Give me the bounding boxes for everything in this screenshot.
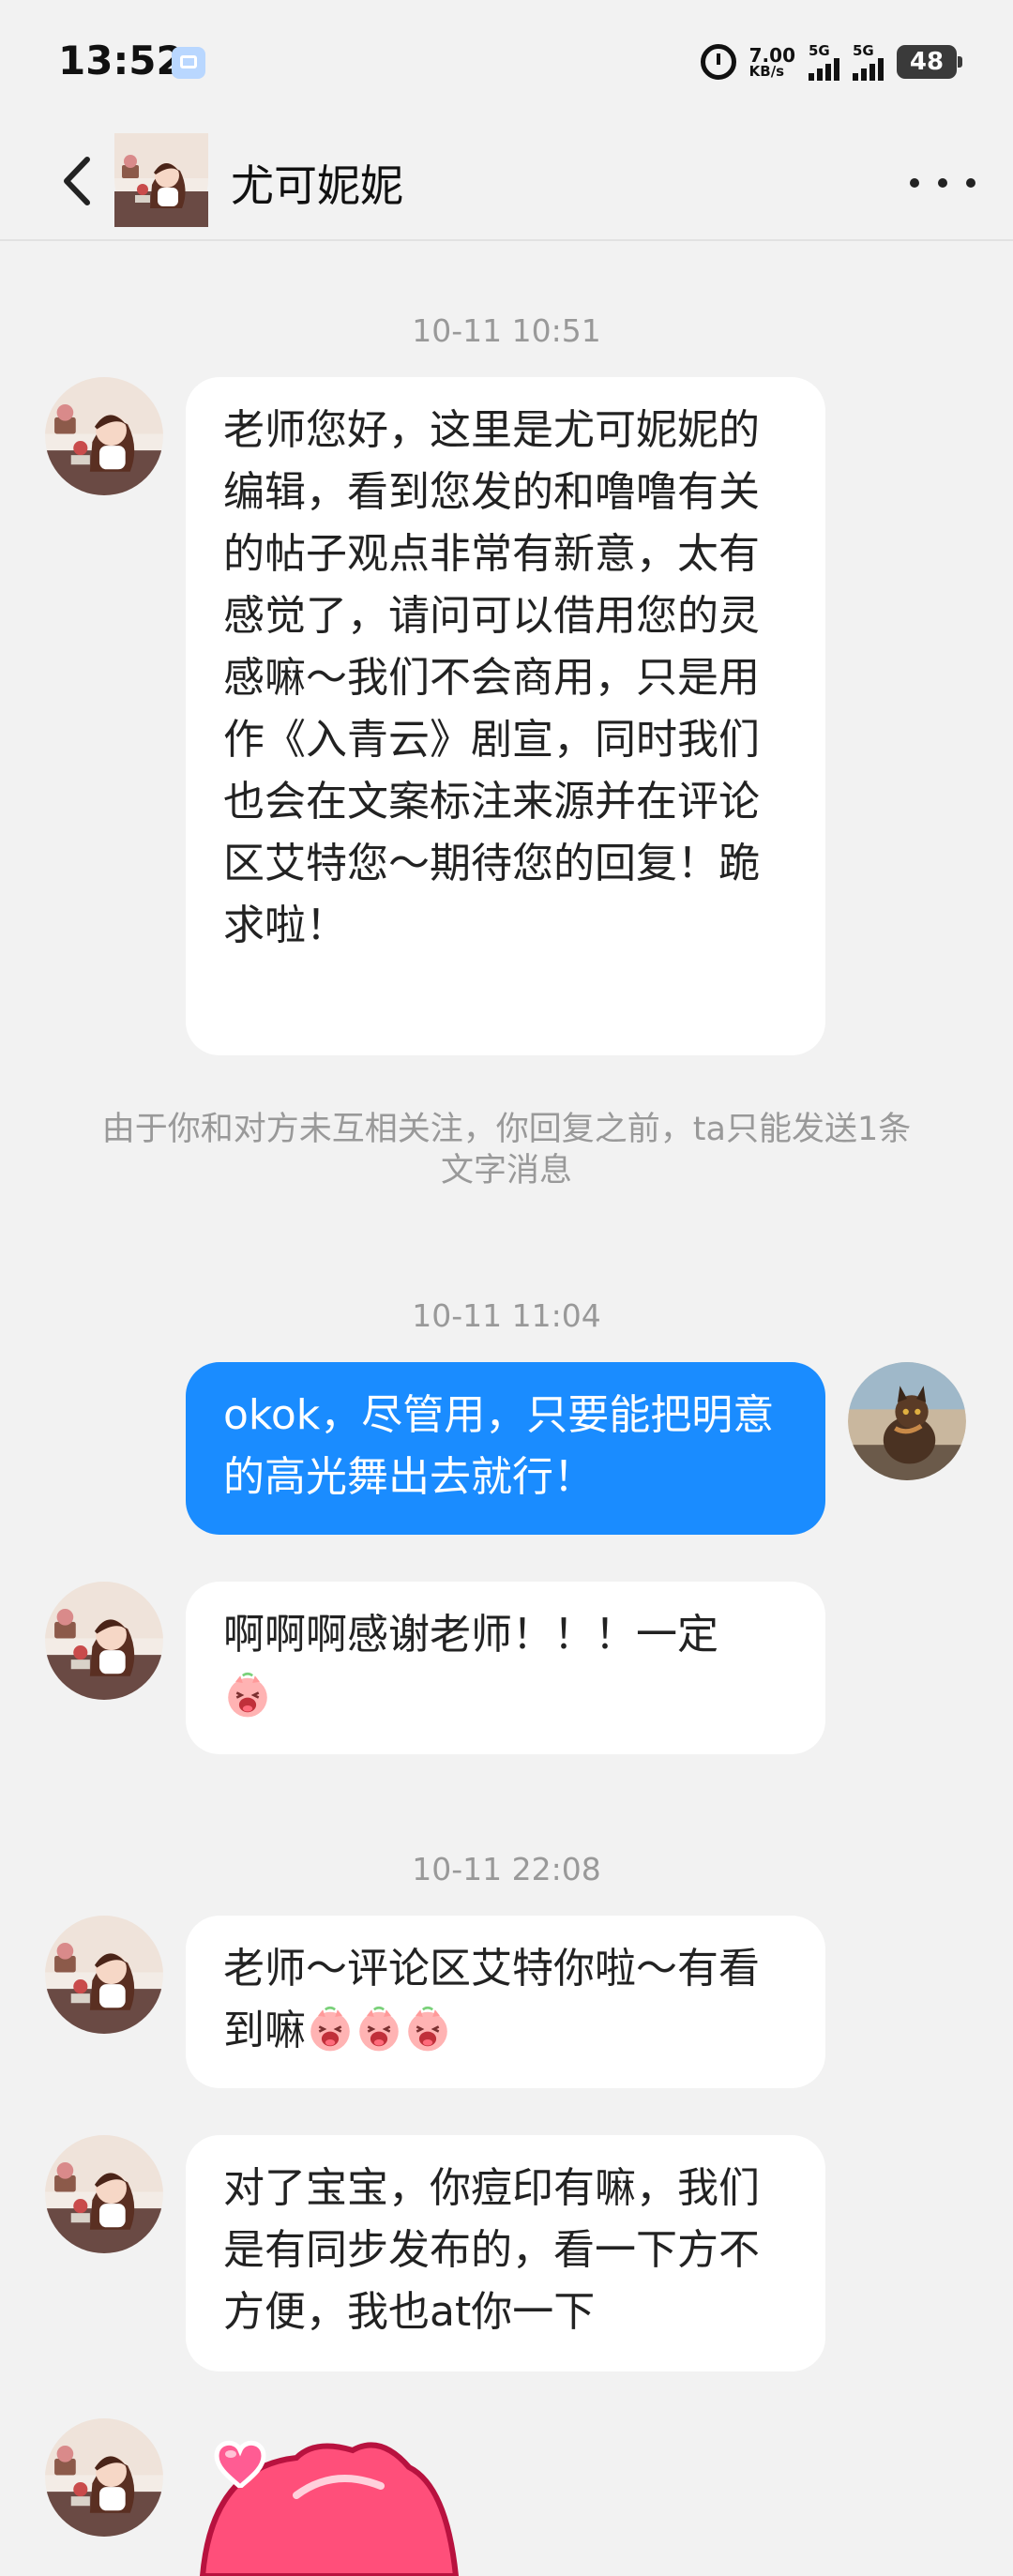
status-bar: 13:52 7.00 KB/s 5G 5G 48 [0, 0, 1013, 131]
signal-sim1: 5G [809, 41, 839, 81]
message-timestamp: 10-11 22:08 [412, 1851, 601, 1887]
message-timestamp: 10-11 10:51 [412, 312, 601, 349]
signal-sim2: 5G [853, 41, 884, 81]
network-speed-unit: KB/s [748, 62, 785, 80]
sender-avatar[interactable] [45, 377, 163, 495]
chat-header: 尤可妮妮 [0, 131, 1013, 241]
signal-bars-icon [809, 57, 839, 81]
more-options-icon[interactable] [910, 159, 975, 206]
signal-bars-icon [853, 57, 884, 81]
signal-sim1-label: 5G [809, 41, 830, 59]
message-timestamp: 10-11 11:04 [412, 1297, 601, 1334]
pig-face-emoji-icon [223, 1671, 272, 1720]
pink-heart-sticker-icon[interactable] [193, 2430, 475, 2576]
my-avatar[interactable] [848, 1362, 966, 1480]
network-speed: 7.00 KB/s [749, 46, 795, 79]
battery-level: 48 [909, 48, 945, 76]
sender-avatar[interactable] [45, 1916, 163, 2034]
message-text: 老师～评论区艾特你啦～有看到嘛 [223, 1945, 760, 2054]
pig-face-emoji-icon [306, 2005, 355, 2053]
system-notice: 由于你和对方未互相关注，你回复之前，ta只能发送1条文字消息 [101, 1111, 912, 1190]
pig-face-emoji-icon [403, 2005, 452, 2053]
alarm-icon [700, 44, 736, 80]
pig-face-emoji-icon [355, 2005, 403, 2053]
contact-name[interactable]: 尤可妮妮 [231, 152, 403, 214]
battery-icon: 48 [897, 45, 962, 79]
status-time: 13:52 [58, 38, 184, 83]
sender-avatar[interactable] [45, 2418, 163, 2537]
my-message-bubble[interactable]: okok，尽管用，只要能把明意的高光舞出去就行！ [186, 1362, 825, 1535]
message-bubble[interactable]: 老师您好，这里是尤可妮妮的编辑，看到您发的和噜噜有关的帖子观点非常有新意，太有感… [186, 377, 825, 1055]
signal-sim2-label: 5G [853, 41, 874, 59]
message-text: 啊啊啊感谢老师！！！一定 [223, 1611, 718, 1659]
status-indicators: 7.00 KB/s 5G 5G 48 [700, 38, 962, 86]
back-arrow-icon[interactable] [52, 148, 108, 214]
sender-avatar[interactable] [45, 2135, 163, 2253]
message-bubble[interactable]: 啊啊啊感谢老师！！！一定 [186, 1582, 825, 1754]
network-speed-value: 7.00 [748, 43, 795, 67]
app-notification-icon [172, 47, 205, 79]
message-bubble[interactable]: 老师～评论区艾特你啦～有看到嘛 [186, 1916, 825, 2088]
contact-avatar[interactable] [114, 133, 208, 227]
sender-avatar[interactable] [45, 1582, 163, 1700]
message-bubble[interactable]: 对了宝宝，你痘印有嘛，我们是有同步发布的，看一下方不方便，我也at你一下 [186, 2135, 825, 2371]
